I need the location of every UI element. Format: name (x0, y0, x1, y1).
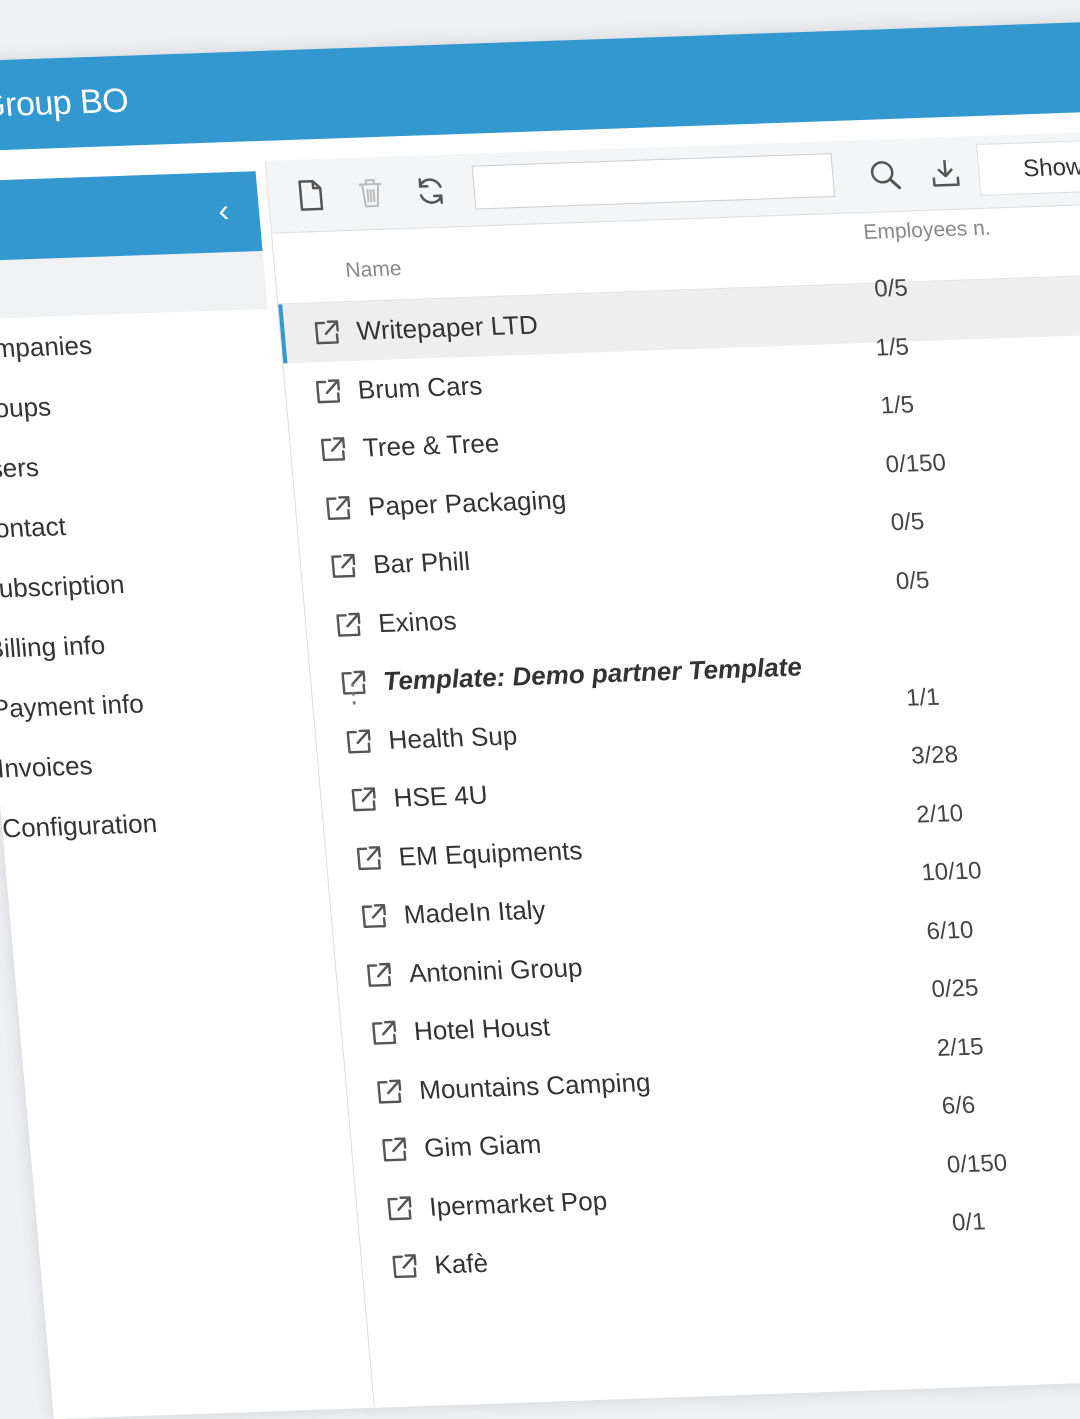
external-link-icon[interactable] (389, 1252, 419, 1281)
external-link-icon[interactable] (369, 1019, 399, 1048)
employees-count: 0/5 (894, 566, 931, 595)
file-icon[interactable] (287, 173, 335, 218)
sidebar-item-configuration[interactable]: Configuration (0, 788, 315, 859)
column-header-employees[interactable]: Employees n. (862, 217, 991, 245)
company-name: Paper Packaging (366, 484, 568, 521)
main-panel: Show Name Employees n. Writepaper LTD 0/5… (264, 130, 1080, 1408)
company-name: Brum Cars (356, 369, 484, 405)
company-name: Health Sup (387, 719, 519, 755)
company-name: Mountains Camping (417, 1066, 652, 1105)
external-link-icon[interactable] (313, 377, 343, 406)
company-name: Antonini Group (407, 951, 584, 988)
employees-count: 0/5 (873, 274, 909, 303)
company-name: Hotel Houst (412, 1011, 552, 1047)
external-link-icon[interactable] (312, 318, 342, 347)
employees-count: 0/1 (950, 1208, 987, 1237)
sidebar-item-contact[interactable]: Contact (0, 488, 289, 559)
refresh-icon[interactable] (407, 168, 455, 213)
screen: Group BO ‹ Companies Groups Users Contac… (0, 0, 1080, 1419)
column-header-name[interactable]: Name (344, 257, 402, 283)
external-link-icon[interactable] (379, 1135, 409, 1164)
trash-icon[interactable] (347, 170, 395, 215)
sidebar-item-invoices[interactable]: Invoices (0, 728, 309, 799)
external-link-icon[interactable] (323, 494, 353, 523)
sidebar-item-companies[interactable]: Companies (0, 309, 273, 380)
app-window: Group BO ‹ Companies Groups Users Contac… (0, 19, 1080, 1419)
company-name: Ipermarket Pop (428, 1185, 609, 1222)
company-name: Tree & Tree (361, 427, 501, 463)
external-link-icon[interactable] (384, 1194, 414, 1223)
employees-count: 0/150 (945, 1149, 1009, 1179)
company-name: Kafè (433, 1247, 490, 1280)
search-icon[interactable] (862, 152, 910, 197)
sidebar-menu: Companies Groups Users Contact Subscript… (0, 309, 315, 859)
chevron-left-icon[interactable]: ‹ (217, 192, 231, 229)
employees-count: 2/10 (915, 799, 965, 828)
company-name: EM Equipments (397, 834, 584, 872)
employees-count: 6/6 (940, 1091, 977, 1120)
panel-resize-handle[interactable]: ⋮ (339, 678, 368, 710)
external-link-icon[interactable] (318, 435, 348, 464)
employees-count: 1/5 (874, 333, 911, 362)
external-link-icon[interactable] (343, 727, 373, 756)
company-name: Writepaper LTD (355, 309, 540, 346)
employees-count: 1/1 (904, 683, 941, 712)
company-name: MadeIn Italy (402, 894, 547, 930)
grid-body: Writepaper LTD 0/5 Brum Cars 1/5 Tree & Tree… (278, 273, 1080, 1297)
show-button[interactable]: Show (975, 138, 1080, 196)
employees-count: 0/150 (884, 448, 947, 478)
employees-count: 3/28 (910, 741, 960, 770)
employees-count: 6/10 (925, 916, 975, 945)
sidebar-item-billing-info[interactable]: Billing info (0, 608, 299, 679)
employees-count: 0/25 (930, 974, 980, 1004)
external-link-icon[interactable] (354, 844, 384, 873)
employees-count: 1/5 (879, 391, 916, 420)
top-bar: Group BO (0, 19, 1080, 153)
company-name: Template: Demo partner Template (382, 651, 803, 696)
external-link-icon[interactable] (359, 902, 389, 931)
employees-count: 10/10 (920, 857, 983, 887)
company-name: Exinos (376, 604, 458, 638)
sidebar-header: ‹ (0, 171, 263, 262)
sidebar-item-subscription[interactable]: Subscription (0, 548, 294, 619)
employees-count: 2/15 (935, 1032, 985, 1062)
external-link-icon[interactable] (374, 1077, 404, 1106)
sidebar-item-payment-info[interactable]: Payment info (0, 668, 304, 739)
company-name: Bar Phill (371, 545, 472, 580)
download-icon[interactable] (922, 150, 970, 195)
search-input[interactable] (471, 153, 836, 210)
app-title: Group BO (0, 81, 130, 125)
external-link-icon[interactable] (333, 610, 363, 639)
employees-count: 0/5 (889, 508, 926, 537)
company-name: Gim Giam (422, 1128, 543, 1163)
company-name: HSE 4U (392, 779, 489, 813)
external-link-icon[interactable] (348, 785, 378, 814)
sidebar-item-users[interactable]: Users (0, 429, 283, 500)
sidebar-item-groups[interactable]: Groups (0, 369, 278, 440)
external-link-icon[interactable] (364, 960, 394, 989)
external-link-icon[interactable] (328, 552, 358, 581)
